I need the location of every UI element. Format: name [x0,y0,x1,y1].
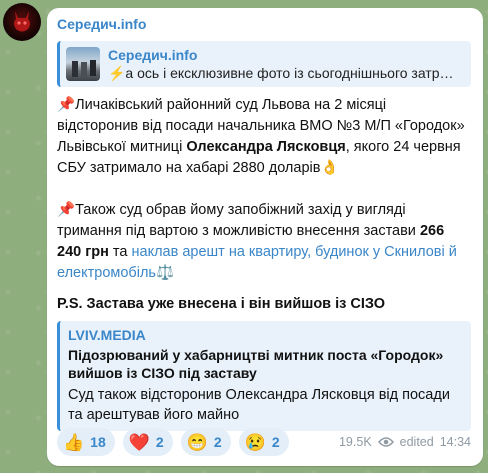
forwarded-snippet: ⚡️а ось і ексклюзивне фото із сьогоднішн… [108,65,458,81]
forwarded-channel-name: Середич.info [108,47,198,63]
forwarded-message-reply[interactable]: Середич.info ⚡️а ось і ексклюзивне фото … [57,41,471,87]
crying-face-icon: 😢 [244,432,266,452]
message-paragraph-1: 📌Личаківський районний суд Львова на 2 м… [57,95,471,179]
paragraph-2-text-b: та [108,244,132,260]
channel-name[interactable]: Середич.info [57,15,471,35]
channel-avatar[interactable] [3,3,41,41]
pin-emoji-icon: 📌 [57,202,76,218]
postscript-text: P.S. Застава уже внесена і він вийшов із… [57,296,386,312]
reaction-count: 2 [213,434,222,450]
devil-logo-icon [14,11,30,32]
reaction-count: 2 [155,434,164,450]
person-name: Олександра Лясковця [186,139,346,155]
link-preview-title: Підозрюваний у хабарництві митник поста … [68,347,444,381]
link-preview-description: Суд також відсторонив Олександра Лясковц… [68,387,450,423]
reaction-count: 2 [271,434,280,450]
ok-hand-emoji-icon: 👌 [320,160,339,176]
reaction-cry[interactable]: 😢 2 [238,428,289,456]
pin-emoji-icon: 📌 [57,97,76,113]
reaction-heart[interactable]: ❤️ 2 [122,428,173,456]
message-footer: 👍 18 ❤️ 2 😁 2 😢 2 19.5K edited 14:34 [57,428,471,456]
grin-face-icon: 😁 [186,432,208,452]
paragraph-2-text-a: Також суд обрав йому запобіжний захід у … [57,202,420,239]
edited-label: edited [399,435,434,449]
message-paragraph-2: 📌Також суд обрав йому запобіжний захід у… [57,200,471,284]
message-bubble: Середич.info Середич.info ⚡️а ось і екск… [47,8,483,466]
message-time: 14:34 [439,435,471,449]
view-count: 19.5K [338,435,372,449]
eye-icon [377,437,394,447]
reaction-count: 18 [90,434,106,450]
heart-icon: ❤️ [128,432,150,452]
link-preview-site: LVIV.MEDIA [68,327,146,343]
forwarded-photo-thumbnail [66,47,100,81]
link-preview-card[interactable]: LVIV.MEDIA Підозрюваний у хабарництві ми… [57,321,471,431]
reaction-thumbs-up[interactable]: 👍 18 [57,428,115,456]
scales-emoji-icon: ⚖️ [155,265,175,281]
message-meta: 19.5K edited 14:34 [339,435,471,449]
reaction-grin[interactable]: 😁 2 [180,428,231,456]
thumbs-up-icon: 👍 [63,432,85,452]
